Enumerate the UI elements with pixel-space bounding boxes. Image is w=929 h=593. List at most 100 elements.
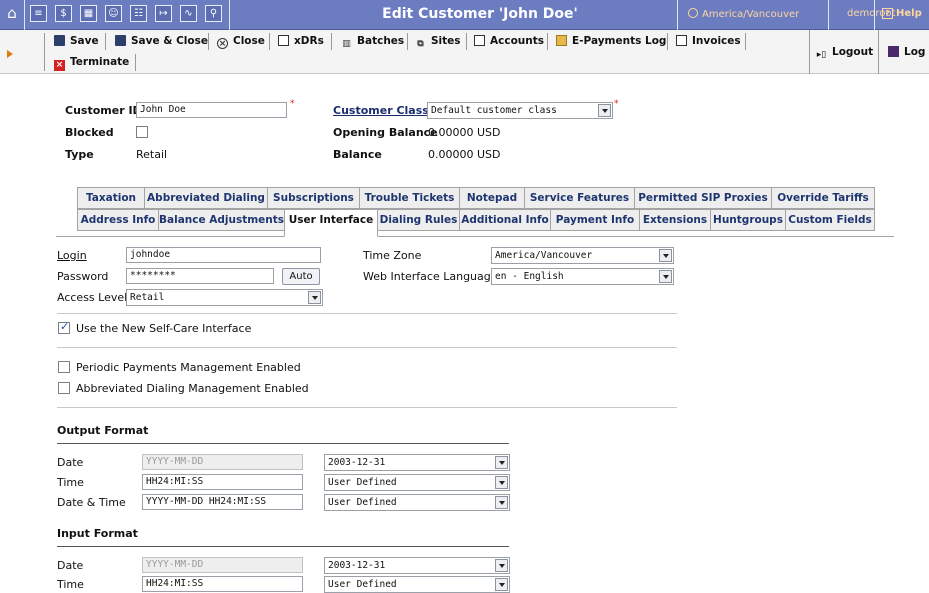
abbreviated-dialing-checkbox[interactable]: [58, 382, 70, 394]
tab-service-features[interactable]: Service Features: [524, 187, 635, 209]
clock-icon: [688, 8, 698, 18]
tab-extensions[interactable]: Extensions: [639, 209, 711, 231]
tab-permitted-sip-proxies[interactable]: Permitted SIP Proxies: [634, 187, 772, 209]
terminate-icon: ×: [54, 60, 65, 71]
help-link[interactable]: ? Help: [882, 8, 922, 19]
tab-trouble-tickets[interactable]: Trouble Tickets: [359, 187, 460, 209]
input-time-input[interactable]: HH24:MI:SS: [142, 576, 303, 592]
required-marker: *: [290, 99, 295, 109]
periodic-payments-checkbox[interactable]: [58, 361, 70, 373]
customer-class-link[interactable]: Customer Class: [333, 104, 429, 117]
list-icon[interactable]: ≡: [30, 5, 47, 22]
tab-notepad[interactable]: Notepad: [459, 187, 525, 209]
customer-class-select[interactable]: Default customer class: [427, 102, 613, 119]
invoices-label: Invoices: [692, 35, 741, 47]
tab-override-tariffs[interactable]: Override Tariffs: [771, 187, 875, 209]
document-icon: [278, 35, 289, 46]
output-date-select[interactable]: 2003-12-31: [324, 454, 510, 471]
opening-balance-label: Opening Balance: [333, 126, 438, 139]
save-label: Save: [70, 35, 99, 47]
table-icon[interactable]: ☷: [130, 5, 147, 22]
tab-balance-adjustments[interactable]: Balance Adjustments: [158, 209, 285, 231]
input-time-select[interactable]: User Defined: [324, 576, 510, 593]
search-icon[interactable]: ⚲: [205, 5, 222, 22]
output-time-value: User Defined: [328, 477, 397, 488]
type-label: Type: [65, 148, 94, 161]
sites-button[interactable]: ⧉ Sites: [415, 32, 460, 50]
password-input[interactable]: ********: [126, 268, 274, 284]
chevron-down-icon: [659, 249, 672, 262]
tab-subscriptions[interactable]: Subscriptions: [267, 187, 360, 209]
log-label: Log: [904, 46, 926, 58]
customer-id-input[interactable]: John Doe: [136, 102, 287, 118]
input-date-input[interactable]: YYYY-MM-DD: [142, 557, 303, 573]
logout-button[interactable]: ▸▯ Logout: [816, 43, 873, 61]
divider: [269, 33, 270, 50]
dollar-icon[interactable]: $: [55, 5, 72, 22]
save-close-button[interactable]: Save & Close: [115, 32, 208, 50]
tab-additional-info[interactable]: Additional Info: [459, 209, 551, 231]
timezone-text: America/Vancouver: [702, 9, 800, 20]
batches-button[interactable]: ▥ Batches: [341, 32, 404, 50]
auto-button[interactable]: Auto: [282, 268, 320, 285]
terminate-label: Terminate: [70, 56, 130, 68]
divider: [547, 33, 548, 50]
password-label: Password: [57, 270, 109, 283]
new-selfcare-checkbox[interactable]: [58, 320, 70, 334]
terminate-button[interactable]: × Terminate: [54, 53, 129, 71]
chart-icon[interactable]: ∿: [180, 5, 197, 22]
blocked-checkbox[interactable]: [136, 126, 148, 138]
login-link[interactable]: Login: [57, 249, 87, 262]
access-level-value: Retail: [130, 292, 165, 303]
save-button[interactable]: Save: [54, 32, 99, 50]
divider: [331, 33, 332, 50]
output-date-label: Date: [57, 456, 84, 469]
sites-icon: ⧉: [417, 39, 424, 49]
invoices-button[interactable]: Invoices: [676, 32, 741, 50]
tab-huntgroups[interactable]: Huntgroups: [710, 209, 786, 231]
tab-custom-fields[interactable]: Custom Fields: [785, 209, 875, 231]
tab-abbreviated-dialing[interactable]: Abbreviated Dialing: [144, 187, 268, 209]
output-time-input[interactable]: HH24:MI:SS: [142, 474, 303, 490]
divider: [57, 407, 677, 408]
divider: [466, 33, 467, 50]
output-time-select[interactable]: User Defined: [324, 474, 510, 491]
input-date-select[interactable]: 2003-12-31: [324, 557, 510, 574]
output-date-input[interactable]: YYYY-MM-DD: [142, 454, 303, 470]
tab-user-interface[interactable]: User Interface: [284, 209, 378, 237]
output-format-title: Output Format: [57, 424, 149, 437]
divider: [57, 313, 677, 314]
xdrs-button[interactable]: xDRs: [278, 32, 324, 50]
epayments-log-button[interactable]: E-Payments Log: [556, 32, 666, 50]
divider: [105, 33, 106, 50]
balance-value: 0.00000 USD: [428, 148, 501, 161]
batches-icon: ▥: [342, 39, 351, 49]
tab-dialing-rules[interactable]: Dialing Rules: [377, 209, 460, 231]
input-time-label: Time: [57, 578, 84, 591]
timezone-select[interactable]: America/Vancouver: [491, 247, 674, 264]
login-input[interactable]: johndoe: [126, 247, 321, 263]
customer-id-label: Customer ID: [65, 104, 142, 117]
accounts-button[interactable]: Accounts: [474, 32, 544, 50]
person-icon[interactable]: ☺: [105, 5, 122, 22]
home-icon[interactable]: ⌂: [4, 4, 20, 22]
log-button[interactable]: Log: [888, 43, 925, 61]
output-datetime-select[interactable]: User Defined: [324, 494, 510, 511]
tab-taxation[interactable]: Taxation: [77, 187, 145, 209]
input-date-value: 2003-12-31: [328, 560, 386, 571]
language-select[interactable]: en - English: [491, 268, 674, 285]
timezone-indicator[interactable]: America/Vancouver: [688, 8, 799, 20]
exit-icon[interactable]: ↦: [155, 5, 172, 22]
language-value: en - English: [495, 271, 564, 282]
abbreviated-dialing-label: Abbreviated Dialing Management Enabled: [76, 382, 309, 395]
close-button[interactable]: × Close: [217, 32, 265, 50]
grid-icon[interactable]: ▦: [80, 5, 97, 22]
tab-payment-info[interactable]: Payment Info: [550, 209, 640, 231]
save-close-label: Save & Close: [131, 35, 208, 47]
invoice-icon: [676, 35, 687, 46]
toolbar-expand-icon: [7, 50, 13, 58]
tab-address-info[interactable]: Address Info: [77, 209, 159, 231]
access-level-select[interactable]: Retail: [126, 289, 323, 306]
output-datetime-input[interactable]: YYYY-MM-DD HH24:MI:SS: [142, 494, 303, 510]
blocked-label: Blocked: [65, 126, 114, 139]
